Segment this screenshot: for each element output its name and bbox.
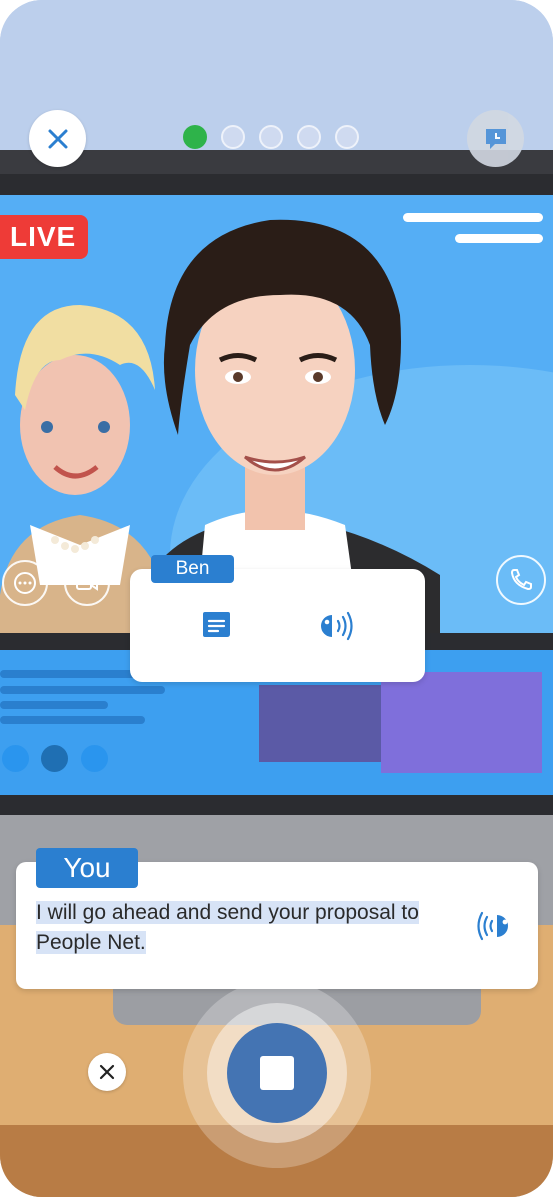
progress-step: [297, 125, 321, 149]
video-camera-icon: [64, 560, 110, 606]
screen-dot: [81, 745, 108, 772]
screen-text-line: [0, 686, 165, 694]
listen-audio-button[interactable]: [473, 908, 515, 949]
phone-icon: [496, 555, 546, 605]
app-screen: LIVE Ben You I will go ahead and send yo…: [0, 0, 553, 1197]
stop-icon: [260, 1056, 294, 1090]
listen-audio-icon: [477, 911, 508, 941]
close-icon: [99, 1064, 115, 1080]
live-badge: LIVE: [0, 215, 89, 259]
screen-text-line: [0, 716, 145, 724]
chat-bubble-icon: [2, 560, 48, 606]
screen-block: [381, 672, 542, 773]
play-audio-button[interactable]: [318, 611, 358, 646]
transcript-button[interactable]: [200, 610, 231, 645]
progress-step: [335, 125, 359, 149]
progress-step: [259, 125, 283, 149]
transcript-icon: [203, 612, 230, 637]
screen-text-line: [0, 701, 108, 709]
close-button[interactable]: [29, 110, 86, 167]
user-response-highlight: I will go ahead and send your proposal t…: [36, 901, 419, 954]
monitor-top-edge: [0, 150, 553, 174]
screen-text-line: [0, 670, 145, 678]
screen-block: [259, 685, 384, 762]
screen-decoration-bar: [403, 213, 543, 222]
progress-step: [183, 125, 207, 149]
stop-recording-button[interactable]: [227, 1023, 327, 1123]
close-icon: [48, 129, 67, 148]
screen-dot: [41, 745, 68, 772]
screen-dot: [2, 745, 29, 772]
progress-indicator: [183, 125, 359, 149]
speaker-name-tag: Ben: [151, 555, 234, 583]
progress-step: [221, 125, 245, 149]
play-audio-icon: [321, 611, 353, 641]
hint-button[interactable]: [467, 110, 524, 167]
user-response-text: I will go ahead and send your proposal t…: [36, 898, 466, 958]
chat-clock-icon: [485, 128, 506, 149]
speaker-card: [130, 569, 425, 682]
user-label-tag: You: [36, 848, 138, 888]
cancel-button[interactable]: [88, 1053, 126, 1091]
screen-decoration-bar: [455, 234, 543, 243]
